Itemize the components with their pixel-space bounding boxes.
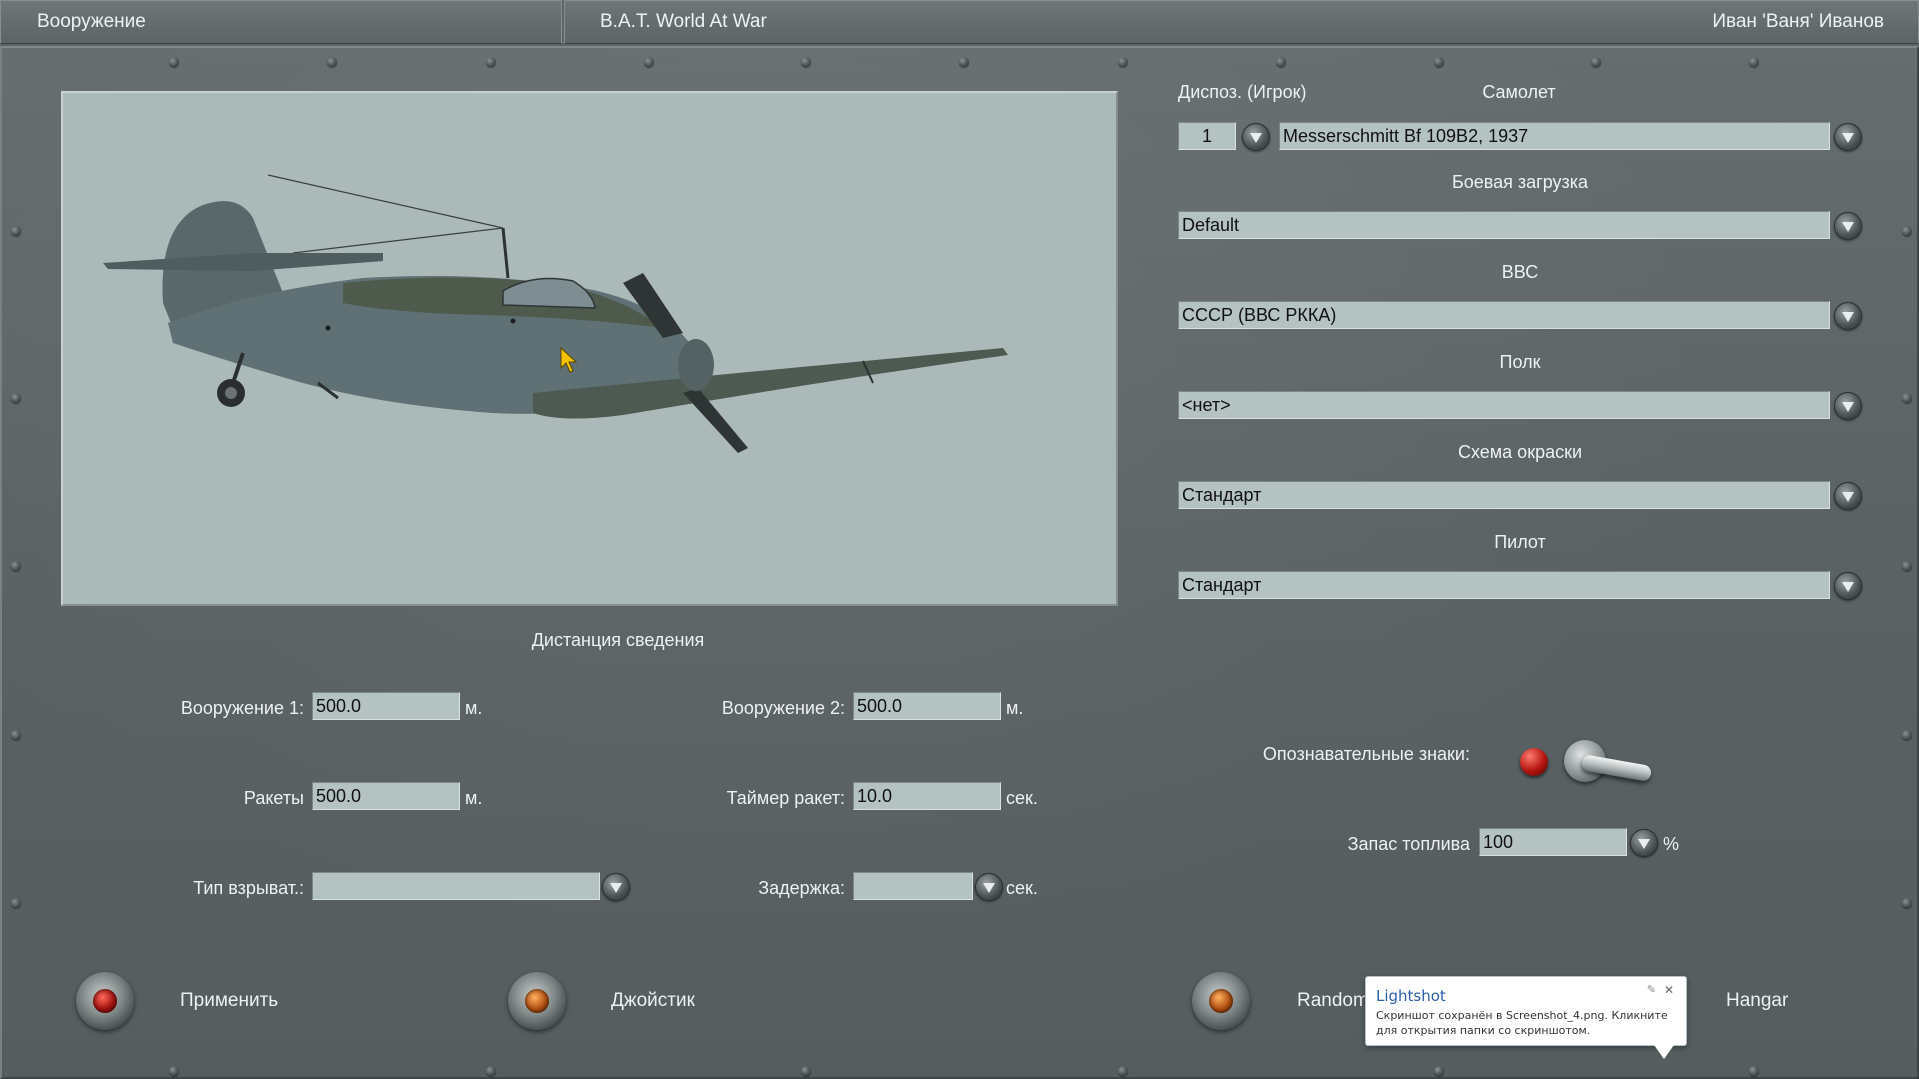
mouse-cursor-icon — [560, 347, 578, 373]
delay-dropdown-button[interactable] — [975, 873, 1003, 901]
rivet — [1434, 1066, 1444, 1076]
delay-unit: сек. — [1006, 878, 1038, 898]
skin-select[interactable]: Стандарт — [1178, 481, 1830, 509]
regiment-select[interactable]: <нет> — [1178, 391, 1830, 419]
airforce-select[interactable]: СССР (ВВС РККА) — [1178, 301, 1830, 329]
weapon2-label: Вооружение 2: — [721, 698, 845, 718]
rivet — [11, 393, 21, 403]
joystick-label[interactable]: Джойстик — [611, 990, 695, 1012]
rivet — [1276, 57, 1286, 67]
plane-select[interactable]: Messerschmitt Bf 109B2, 1937 — [1279, 122, 1830, 150]
pilot-label: Пилот — [1494, 532, 1546, 552]
rivet — [1902, 561, 1912, 571]
fuze-label: Тип взрыват.: — [193, 878, 304, 898]
fuel-unit: % — [1663, 834, 1680, 854]
pilot-select[interactable]: Стандарт — [1178, 571, 1830, 599]
random-button[interactable] — [1192, 972, 1250, 1030]
lightshot-notification[interactable]: Lightshot ✎ ✕ Скриншот сохранён в Screen… — [1365, 976, 1687, 1059]
loadout-dropdown-button[interactable] — [1834, 212, 1862, 240]
rivet — [801, 1066, 811, 1076]
rockets-input[interactable]: 500.0 — [312, 782, 460, 810]
rivet — [644, 57, 654, 67]
fuel-dropdown-button[interactable] — [1630, 829, 1658, 857]
fuze-dropdown-button[interactable] — [602, 873, 630, 901]
section-title: Вооружение — [37, 11, 146, 32]
rivet — [169, 1066, 179, 1076]
weapon2-input[interactable]: 500.0 — [853, 692, 1001, 720]
joystick-button[interactable] — [508, 972, 566, 1030]
convergence-title: Дистанция сведения — [531, 630, 705, 650]
rivet — [11, 898, 21, 908]
rivet — [11, 730, 21, 740]
aircraft-preview-viewport[interactable] — [61, 91, 1118, 606]
weapon1-input[interactable]: 500.0 — [312, 692, 460, 720]
weapon1-unit: м. — [465, 698, 483, 718]
notification-text: Скриншот сохранён в Screenshot_4.png. Кл… — [1376, 1009, 1668, 1037]
notification-tail — [1654, 1045, 1674, 1059]
skin-label: Схема окраски — [1457, 442, 1583, 462]
dispos-dropdown-button[interactable] — [1242, 123, 1270, 151]
rivet — [1902, 730, 1912, 740]
rivet — [486, 57, 496, 67]
aircraft-model-icon — [103, 174, 1008, 453]
rivet — [1902, 898, 1912, 908]
weapon1-label: Вооружение 1: — [180, 698, 304, 718]
rockets-unit: м. — [465, 788, 483, 808]
rivet — [1434, 57, 1444, 67]
rocket-timer-unit: сек. — [1006, 788, 1038, 808]
rivet — [169, 57, 179, 67]
pilot-dropdown-button[interactable] — [1834, 572, 1862, 600]
rivet — [1591, 57, 1601, 67]
rivet — [486, 1066, 496, 1076]
apply-button[interactable] — [76, 972, 134, 1030]
rocket-timer-label: Таймер ракет: — [726, 788, 845, 808]
regiment-label: Полк — [1499, 352, 1541, 372]
delay-label: Задержка: — [758, 878, 845, 898]
random-label[interactable]: Random — [1297, 990, 1369, 1012]
rivet — [801, 57, 811, 67]
fuel-select[interactable]: 100 — [1479, 828, 1627, 856]
pin-icon[interactable]: ✎ — [1647, 983, 1656, 996]
markings-label: Опознавательные знаки: — [1262, 744, 1470, 764]
airforce-label: ВВС — [1501, 262, 1539, 282]
dispos-field[interactable]: 1 — [1178, 122, 1236, 150]
skin-dropdown-button[interactable] — [1834, 482, 1862, 510]
regiment-dropdown-button[interactable] — [1834, 392, 1862, 420]
notification-title: Lightshot — [1376, 987, 1446, 1005]
plane-label: Самолет — [1482, 82, 1556, 102]
close-icon[interactable]: ✕ — [1664, 983, 1674, 997]
rivet — [1749, 57, 1759, 67]
app-title: B.A.T. World At War — [600, 11, 767, 32]
rivet — [1902, 226, 1912, 236]
rockets-label: Ракеты — [243, 788, 304, 808]
hangar-label[interactable]: Hangar — [1726, 990, 1788, 1012]
rivet — [1118, 57, 1128, 67]
plane-dropdown-button[interactable] — [1834, 123, 1862, 151]
rivet — [327, 57, 337, 67]
airforce-dropdown-button[interactable] — [1834, 302, 1862, 330]
rocket-timer-input[interactable]: 10.0 — [853, 782, 1001, 810]
markings-toggle-switch[interactable] — [1520, 738, 1660, 794]
fuel-label: Запас топлива — [1347, 834, 1470, 854]
rivet — [11, 561, 21, 571]
markings-indicator-light — [1520, 748, 1548, 776]
rivet — [1118, 1066, 1128, 1076]
fuze-select[interactable] — [312, 872, 600, 900]
rivet — [1902, 393, 1912, 403]
loadout-label: Боевая загрузка — [1451, 172, 1589, 192]
loadout-select[interactable]: Default — [1178, 211, 1830, 239]
delay-select[interactable] — [853, 872, 973, 900]
app-title-bar: B.A.T. World At War Иван 'Ваня' Иванов — [564, 0, 1919, 44]
apply-label[interactable]: Применить — [180, 990, 278, 1012]
rivet — [11, 226, 21, 236]
rivet — [1749, 1066, 1759, 1076]
weapon2-unit: м. — [1006, 698, 1024, 718]
section-title-bar: Вооружение — [0, 0, 562, 44]
user-name: Иван 'Ваня' Иванов — [1712, 11, 1884, 32]
rivet — [959, 57, 969, 67]
